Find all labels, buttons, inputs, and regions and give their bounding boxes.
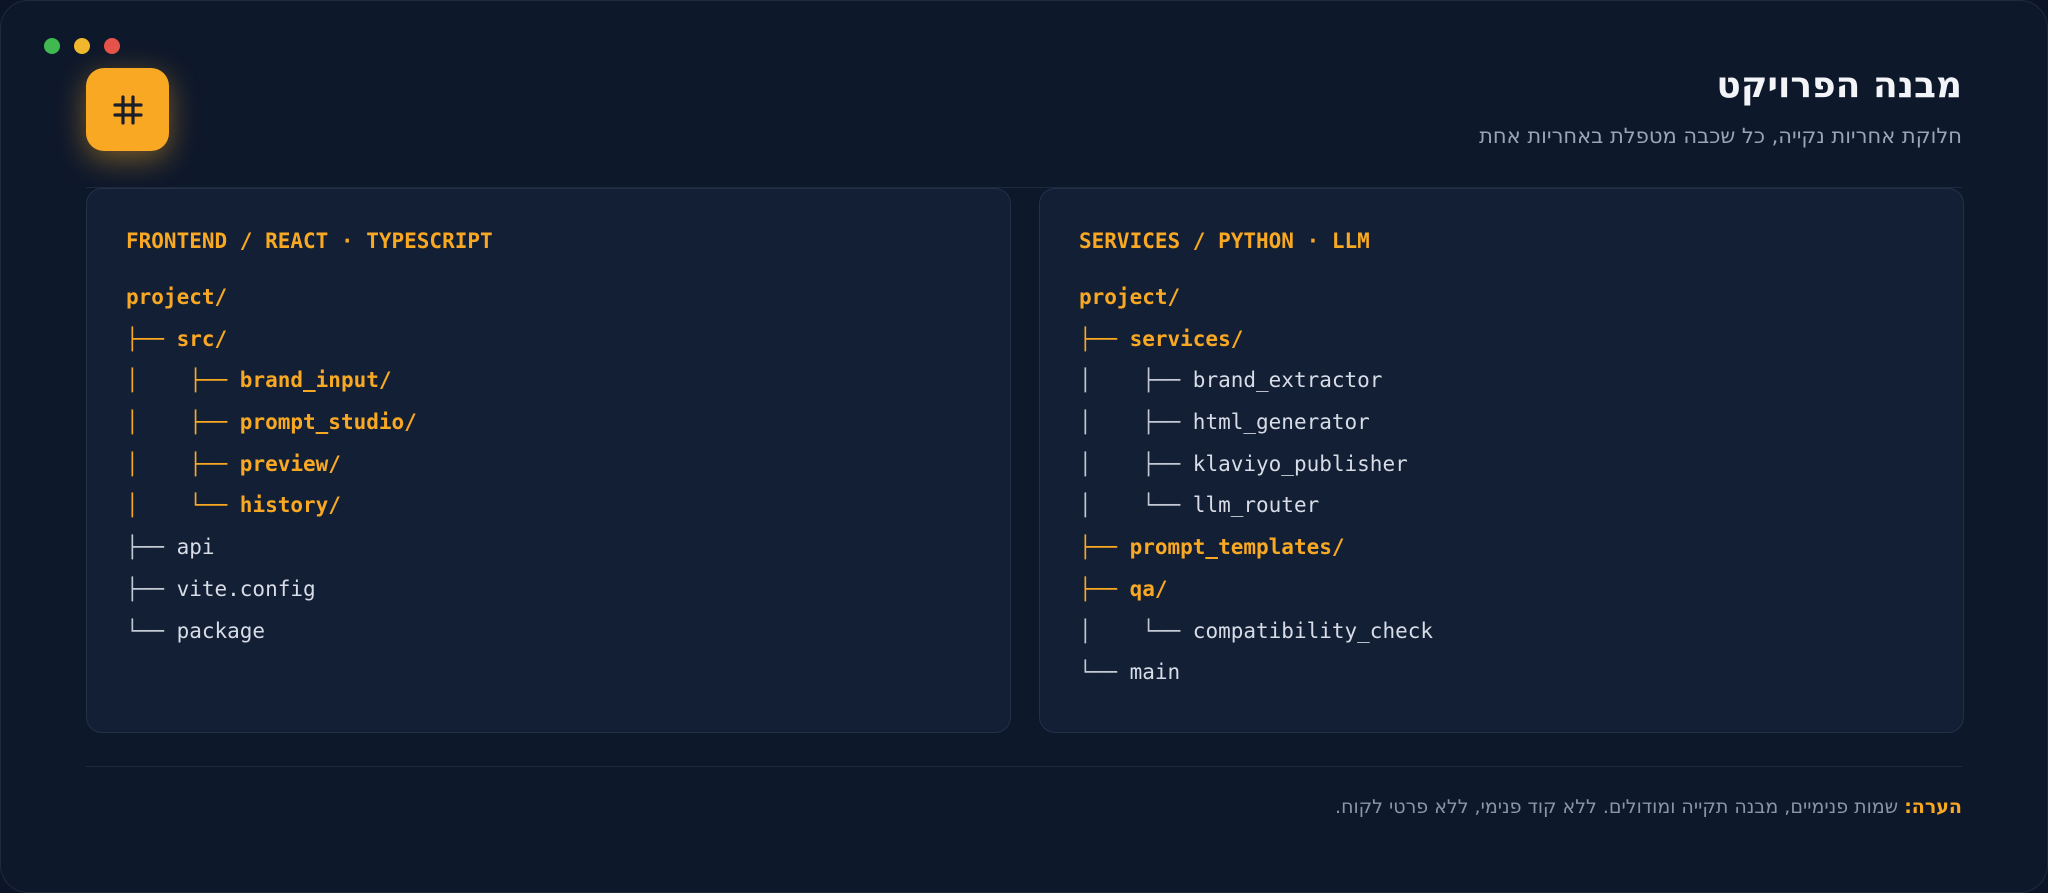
tree-folder[interactable]: project/ [1079,277,1924,319]
tree-item-name: src/ [176,326,228,351]
tree-folder[interactable]: ├── src/ [126,319,971,361]
tree-file[interactable]: │ └── compatibility_check [1079,611,1924,653]
note-label: הערה: [1904,796,1962,818]
tree-item-name: llm_router [1192,493,1320,518]
tree-file[interactable]: │ ├── html_generator [1079,402,1924,444]
tree-branch: ├── [1079,576,1130,601]
tree-file[interactable]: │ ├── klaviyo_publisher [1079,444,1924,486]
tree-folder[interactable]: │ ├── brand_input/ [126,360,971,402]
panel-heading: FRONTEND / REACT · TYPESCRIPT [126,229,493,253]
frontend-panel: FRONTEND / REACT · TYPESCRIPT project/ ├─… [86,188,1011,733]
tree-file[interactable]: ├── vite.config [126,569,971,611]
tree-branch: │ ├── [1079,451,1193,476]
tree-folder[interactable]: │ ├── preview/ [126,444,971,486]
tree-item-name: preview/ [239,451,341,476]
tree-branch: ├── [126,535,177,560]
tree-branch: ├── [126,576,177,601]
tree-item-name: klaviyo_publisher [1192,451,1408,476]
tree-branch: ├── [126,326,177,351]
tree-folder[interactable]: │ └── history/ [126,485,971,527]
window-controls [44,38,120,54]
tree-item-name: prompt_studio/ [239,410,417,435]
divider [86,766,1962,767]
panel-heading: SERVICES / PYTHON · LLM [1079,229,1370,253]
tree-item-name: main [1129,660,1181,685]
logo [86,68,169,151]
tree-folder[interactable]: project/ [126,277,971,319]
tree-item-name: qa/ [1129,576,1168,601]
services-panel: SERVICES / PYTHON · LLM project/ ├── serv… [1039,188,1964,733]
note-text: שמות פנימיים, מבנה תקייה ומודולים. ללא ק… [1335,796,1905,818]
tree-item-name: compatibility_check [1192,618,1434,643]
tree-folder[interactable]: ├── prompt_templates/ [1079,527,1924,569]
tree-branch: │ ├── [1079,410,1193,435]
tree-file[interactable]: ├── api [126,527,971,569]
page-subtitle: חלוקת אחריות נקייה, כל שכבה מטפלת באחריו… [1479,124,1962,148]
tree-item-name: brand_input/ [239,368,392,393]
window-dot[interactable] [44,38,60,54]
tree-item-name: html_generator [1192,410,1370,435]
tree-branch: │ ├── [1079,368,1193,393]
tree-branch: │ └── [1079,618,1193,643]
file-tree: project/├── services/│ ├── brand_extract… [1079,277,1924,694]
tree-file[interactable]: └── main [1079,652,1924,694]
tree-file[interactable]: │ └── llm_router [1079,485,1924,527]
app-window: מבנה הפרויקט חלוקת אחריות נקייה, כל שכבה… [0,0,2048,893]
tree-branch: └── [1079,660,1130,685]
tree-branch: │ └── [126,493,240,518]
tree-item-name: project/ [1079,285,1181,309]
tree-item-name: prompt_templates/ [1129,535,1345,560]
tree-branch: └── [126,618,177,643]
tree-folder[interactable]: ├── qa/ [1079,569,1924,611]
tree-branch: │ ├── [126,451,240,476]
tree-item-name: brand_extractor [1192,368,1383,393]
tree-branch: │ ├── [126,410,240,435]
tree-branch: ├── [1079,535,1130,560]
tree-branch: ├── [1079,326,1130,351]
tree-folder[interactable]: │ ├── prompt_studio/ [126,402,971,444]
tree-item-name: vite.config [176,576,316,601]
tree-branch: │ ├── [126,368,240,393]
tree-item-name: history/ [239,493,341,518]
window-dot[interactable] [74,38,90,54]
tree-item-name: api [176,535,215,560]
footer-note: הערה: שמות פנימיים, מבנה תקייה ומודולים.… [1335,796,1962,818]
tree-item-name: package [176,618,266,643]
tree-file[interactable]: └── package [126,611,971,653]
tree-item-name: project/ [126,285,228,309]
tree-file[interactable]: │ ├── brand_extractor [1079,360,1924,402]
hash-icon [112,94,143,125]
tree-item-name: services/ [1129,326,1244,351]
tree-folder[interactable]: ├── services/ [1079,319,1924,361]
tree-branch: │ └── [1079,493,1193,518]
file-tree: project/├── src/│ ├── brand_input/│ ├── … [126,277,971,652]
page-title: מבנה הפרויקט [1716,65,1962,106]
window-dot[interactable] [104,38,120,54]
